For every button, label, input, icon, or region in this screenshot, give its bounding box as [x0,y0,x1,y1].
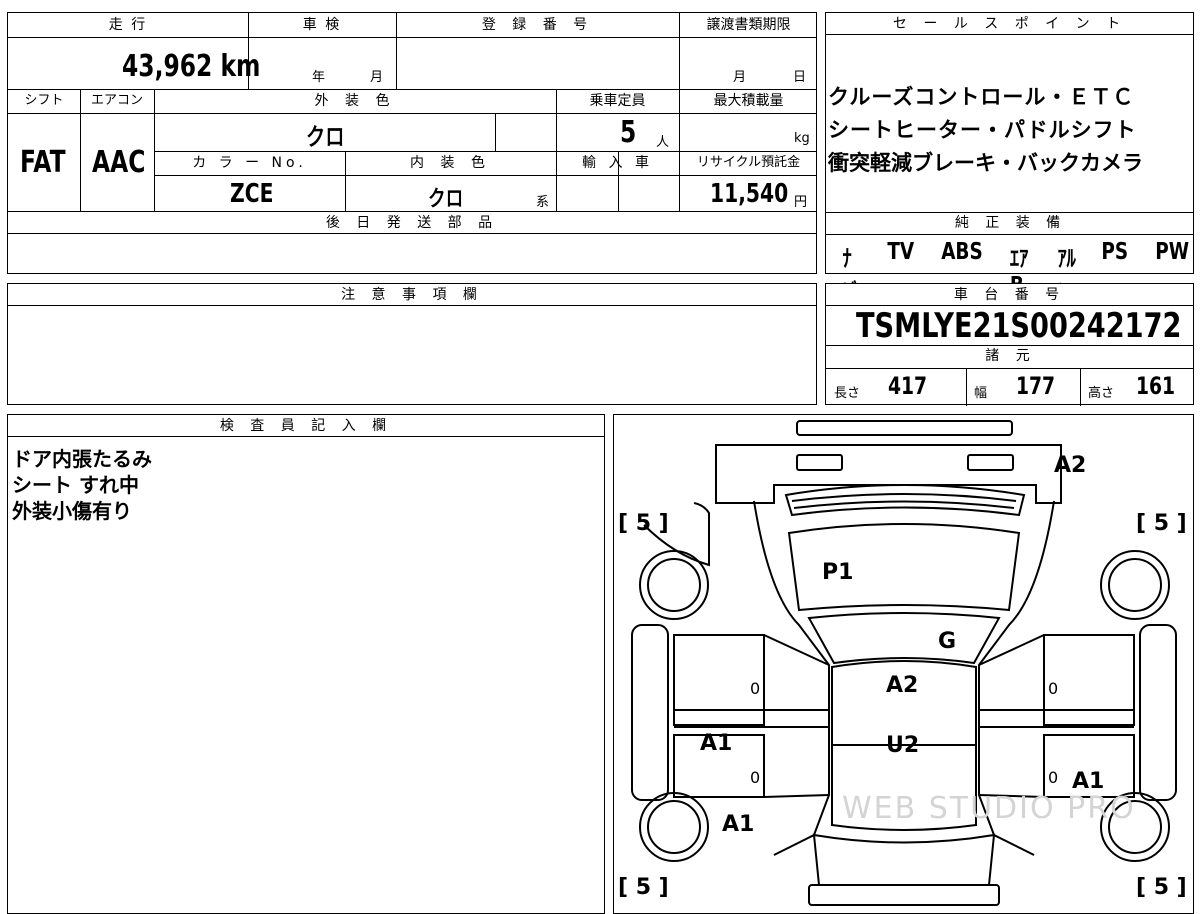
left-front-door-mark: A1 [700,731,733,756]
windshield-mark: G [938,629,957,654]
registration-label: 登 録 番 号 [481,17,594,33]
int-color-suffix: 系 [536,195,550,210]
aircon-value: AAC [92,145,146,180]
inspector-line: シート すれ中 [12,473,139,497]
import-label: 輸 入 車 [582,155,653,171]
car-outline [631,420,1177,906]
tire-fl-mark: [ 5 ] [618,511,669,536]
sales-line: 衝突軽減ブレーキ・バックカメラ [828,151,1143,175]
roof2-mark: U2 [886,733,920,758]
height-value: 161 [1136,372,1176,400]
inspector-block: 検 査 員 記 入 欄 ドア内張たるみ シート すれ中 外装小傷有り [7,414,605,914]
specs-label: 諸 元 [985,348,1036,364]
roof-mark: A2 [886,673,919,698]
load-unit: kg [794,131,810,146]
chassis-block: 車 台 番 号 TSMLYE21S00242172 諸 元 長さ 417 幅 1… [825,283,1194,406]
recycle-value: 11,540 [710,179,789,209]
zero-mark: 0 [750,679,761,698]
height-label: 高さ [1088,386,1115,401]
inspection-label: 車 検 [302,17,342,33]
length-label: 長さ [834,386,861,401]
color-no-label: カ ラ ー No. [192,155,307,171]
later-parts-label: 後 日 発 送 部 品 [8,212,816,234]
hood-mark: P1 [822,560,854,585]
equipment-label: 純 正 装 備 [954,215,1067,231]
int-color-value: クロ [428,187,464,212]
notes-block: 注 意 事 項 欄 [7,283,817,405]
width-label: 幅 [974,386,988,401]
chassis-label: 車 台 番 号 [826,284,1193,306]
mileage-value: 43,962 km [122,49,261,84]
tire-rr-mark: [ 5 ] [1136,875,1187,900]
left-rear-mark: A1 [722,812,755,837]
aircon-label: エアコン [90,93,143,108]
inspector-label: 検 査 員 記 入 欄 [8,415,604,437]
capacity-label: 乗車定員 [589,93,646,109]
capacity-value: 5 [620,115,637,150]
inspection-month: 月 [370,70,384,85]
front-bumper-mark: A2 [1054,453,1087,478]
inspector-line: ドア内張たるみ [12,447,152,471]
recycle-unit: 円 [794,195,808,210]
color-no-value: ZCE [230,179,274,209]
sales-point-block: セ ー ル ス ポ イ ン ト クルーズコントロール・ＥＴＣ シートヒーター・パ… [825,12,1194,306]
zero-mark: 0 [1048,679,1059,698]
inspection-year: 年 [312,70,326,85]
transfer-day: 日 [793,70,807,85]
zero-mark: 0 [1048,768,1059,787]
ext-color-label: 外 装 色 [314,93,396,109]
chassis-value: TSMLYE21S00242172 [856,306,1182,346]
shift-label: シフト [24,93,64,108]
later-parts-block: 後 日 発 送 部 品 [7,211,817,274]
shift-value: FAT [20,145,66,180]
inspector-line: 外装小傷有り [12,499,132,523]
recycle-label: リサイクル預託金 [696,155,801,170]
ext-color-value: クロ [306,123,345,151]
length-value: 417 [888,372,928,400]
capacity-unit: 人 [656,135,670,150]
mileage-label: 走 行 [108,17,148,33]
transfer-label: 譲渡書類期限 [706,17,791,33]
transfer-month: 月 [733,70,747,85]
tire-rl-mark: [ 5 ] [618,875,669,900]
zero-mark: 0 [750,768,761,787]
vehicle-info-block: 走 行 車 検 登 録 番 号 譲渡書類期限 43,962 km 年 月 月 日… [7,12,817,213]
int-color-label: 内 装 色 [410,155,491,171]
load-label: 最大積載量 [713,93,784,109]
watermark: WEB STUDIO PRO [842,791,1136,826]
notes-label: 注 意 事 項 欄 [8,284,816,306]
sales-line: クルーズコントロール・ＥＴＣ [828,85,1135,109]
width-value: 177 [1016,372,1056,400]
sales-line: シートヒーター・パドルシフト [828,118,1137,142]
sales-point-label: セ ー ル ス ポ イ ン ト [826,13,1193,35]
tire-fr-mark: [ 5 ] [1136,511,1187,536]
damage-diagram: [ 5 ] [ 5 ] [ 5 ] [ 5 ] A2 P1 G A2 U2 A1… [613,414,1194,914]
